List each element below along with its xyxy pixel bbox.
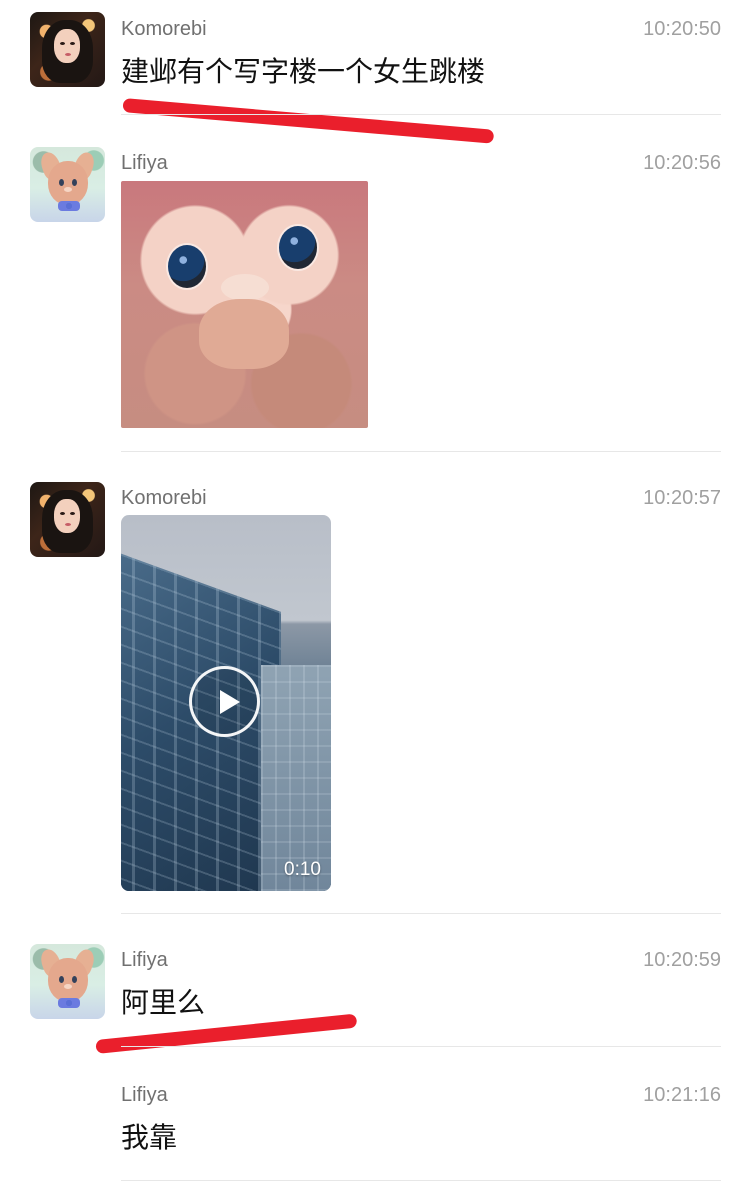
sticker-eye — [279, 226, 317, 269]
video-message[interactable]: 0:10 — [121, 515, 331, 891]
sender-name: Lifiya — [121, 949, 168, 971]
avatar[interactable] — [30, 12, 105, 87]
video-duration: 0:10 — [284, 859, 321, 880]
avatar-eye — [60, 42, 65, 45]
avatar-eye — [59, 179, 64, 186]
avatar-mouth — [65, 53, 71, 56]
avatar-eye — [70, 42, 75, 45]
message-text: 阿里么 — [121, 987, 206, 1018]
message-time: 10:20:50 — [643, 18, 721, 40]
message-divider — [121, 451, 721, 452]
avatar[interactable] — [30, 944, 105, 1019]
message-divider — [121, 913, 721, 914]
message-text: 建邺有个写字楼一个女生跳楼 — [121, 56, 486, 87]
sender-name: Komorebi — [121, 487, 207, 509]
sender-name: Lifiya — [121, 1084, 168, 1106]
sticker-eye — [168, 245, 206, 288]
avatar-bow — [58, 998, 80, 1008]
sender-name: Lifiya — [121, 152, 168, 174]
avatar-nose — [64, 984, 72, 989]
message-time: 10:20:57 — [643, 487, 721, 509]
avatar-head — [48, 161, 88, 205]
message-divider — [121, 1180, 721, 1181]
avatar-face — [54, 29, 80, 63]
avatar[interactable] — [30, 482, 105, 557]
avatar-bow — [58, 201, 80, 211]
message-text: 我靠 — [121, 1122, 178, 1153]
avatar[interactable] — [30, 147, 105, 222]
sender-name: Komorebi — [121, 18, 207, 40]
avatar-eye — [72, 976, 77, 983]
avatar-nose — [64, 187, 72, 192]
avatar-eye — [60, 512, 65, 515]
play-button[interactable] — [189, 666, 260, 737]
avatar-eye — [70, 512, 75, 515]
sticker-image[interactable] — [121, 181, 368, 428]
avatar-head — [48, 958, 88, 1002]
avatar-mouth — [65, 523, 71, 526]
message-divider — [121, 114, 721, 115]
message-time: 10:20:59 — [643, 949, 721, 971]
avatar-eye — [72, 179, 77, 186]
message-time: 10:20:56 — [643, 152, 721, 174]
avatar-eye — [59, 976, 64, 983]
sticker-nose — [221, 274, 269, 301]
video-building-secondary — [261, 665, 331, 891]
play-icon — [220, 690, 240, 714]
sticker-hand — [199, 299, 289, 369]
avatar-face — [54, 499, 80, 533]
red-annotation-stroke — [122, 98, 495, 144]
message-divider — [121, 1046, 721, 1047]
message-time: 10:21:16 — [643, 1084, 721, 1106]
